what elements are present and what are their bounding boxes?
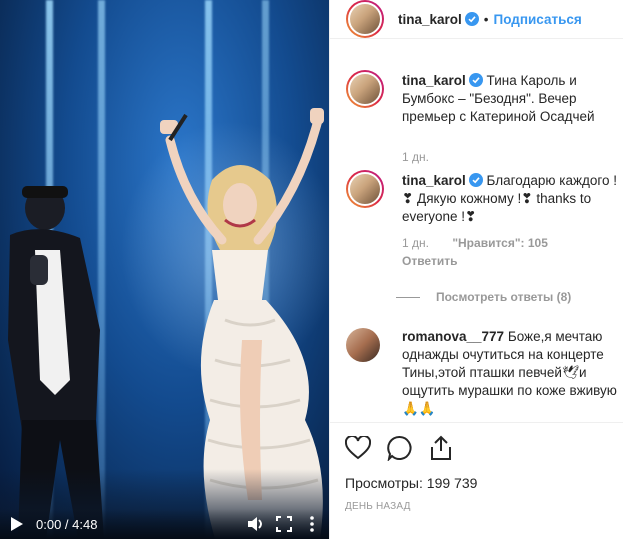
reply-button[interactable]: Ответить (402, 252, 623, 270)
share-icon[interactable] (429, 435, 453, 464)
view-replies-button[interactable]: Посмотреть ответы (8) (396, 290, 571, 304)
separator-dot: • (483, 11, 489, 27)
comment-time[interactable]: 1 дн. (402, 150, 429, 164)
heart-icon[interactable] (344, 434, 372, 463)
comment-username[interactable]: tina_karol (402, 173, 466, 188)
divider-line (396, 296, 420, 298)
comment-meta: 1 дн. "Нравится": 105 (402, 234, 623, 252)
verified-badge-icon (468, 173, 483, 187)
follow-button[interactable]: Подписаться (494, 12, 582, 27)
volume-icon[interactable] (247, 515, 265, 533)
video-player[interactable]: 0:00 / 4:48 (0, 0, 329, 539)
verified-badge-icon (464, 12, 479, 26)
comment-body: romanova__777 Боже,я мечтаю однажды очут… (402, 328, 623, 418)
views-label: Просмотры: (345, 475, 423, 491)
comment-item: tina_karol Тина Кароль и Бумбокс – "Безо… (346, 70, 623, 166)
post-header: tina_karol • Подписаться (330, 0, 623, 39)
comment-item: romanova__777 Боже,я мечтаю однажды очут… (346, 328, 623, 418)
avatar[interactable] (346, 70, 384, 108)
comment-body: tina_karol Благодарю каждого ! ❣ Дякую к… (402, 172, 623, 270)
video-frame-illustration (8, 108, 324, 539)
comment-time[interactable]: 1 дн. (402, 236, 429, 250)
post-date[interactable]: ДЕНЬ НАЗАД (345, 501, 607, 512)
view-replies-label: Посмотреть ответы (8) (436, 290, 572, 304)
avatar[interactable] (346, 328, 380, 362)
verified-badge-icon (468, 73, 483, 87)
comment-likes[interactable]: "Нравится": 105 (452, 236, 548, 250)
video-time: 0:00 / 4:48 (36, 516, 98, 532)
action-icons (344, 433, 607, 465)
fullscreen-icon[interactable] (275, 515, 293, 533)
views-number: 199 739 (426, 475, 478, 491)
comment-username[interactable]: tina_karol (402, 73, 466, 88)
comment-meta: 1 дн. (402, 148, 623, 166)
comment-username[interactable]: romanova__777 (402, 329, 504, 344)
avatar[interactable] (346, 170, 384, 208)
video-controls: 0:00 / 4:48 (0, 509, 329, 539)
play-icon[interactable] (8, 515, 26, 533)
more-vertical-icon[interactable] (303, 515, 321, 533)
views-count[interactable]: Просмотры: 199 739 (345, 475, 607, 491)
avatar[interactable] (346, 0, 384, 38)
comment-body: tina_karol Тина Кароль и Бумбокс – "Безо… (402, 72, 623, 166)
comment-icon[interactable] (387, 435, 413, 464)
header-username[interactable]: tina_karol (398, 12, 462, 27)
comment-item: tina_karol Благодарю каждого ! ❣ Дякую к… (346, 170, 623, 270)
post-actions: Просмотры: 199 739 ДЕНЬ НАЗАД (329, 422, 623, 539)
